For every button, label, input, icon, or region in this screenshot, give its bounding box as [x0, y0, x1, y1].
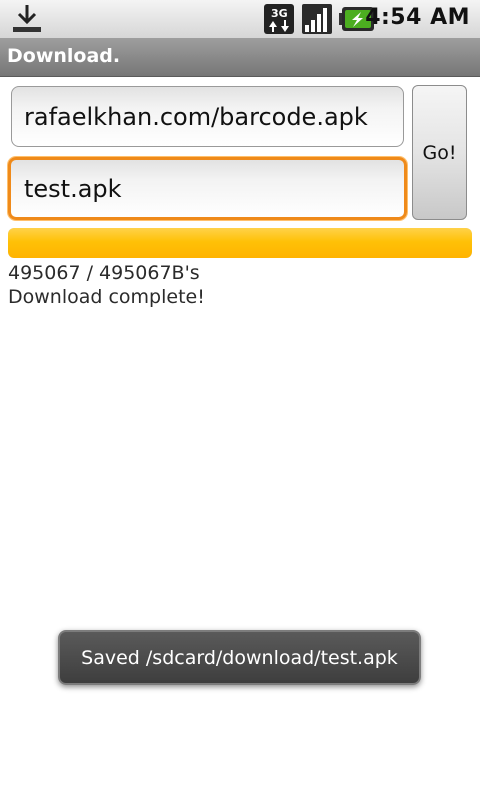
- url-input[interactable]: rafaelkhan.com/barcode.apk: [11, 86, 404, 147]
- status-clock: 4:54 AM: [365, 5, 470, 30]
- saved-toast: Saved /sdcard/download/test.apk: [58, 630, 421, 685]
- bytes-progress-text: 495067 / 495067B's: [8, 262, 200, 284]
- title-bar: Download.: [0, 38, 480, 77]
- status-bar: 3G 4:54 AM: [0, 0, 480, 39]
- download-progress-bar: [8, 228, 472, 258]
- download-progress-fill: [8, 228, 472, 258]
- signal-icon: [302, 4, 332, 34]
- download-icon: [13, 5, 41, 32]
- 3g-data-icon: 3G: [264, 4, 294, 34]
- filename-input[interactable]: test.apk: [8, 157, 407, 220]
- svg-text:3G: 3G: [271, 7, 288, 20]
- download-status-text: Download complete!: [8, 286, 205, 308]
- go-button[interactable]: Go!: [412, 85, 467, 220]
- app-title: Download.: [7, 45, 121, 67]
